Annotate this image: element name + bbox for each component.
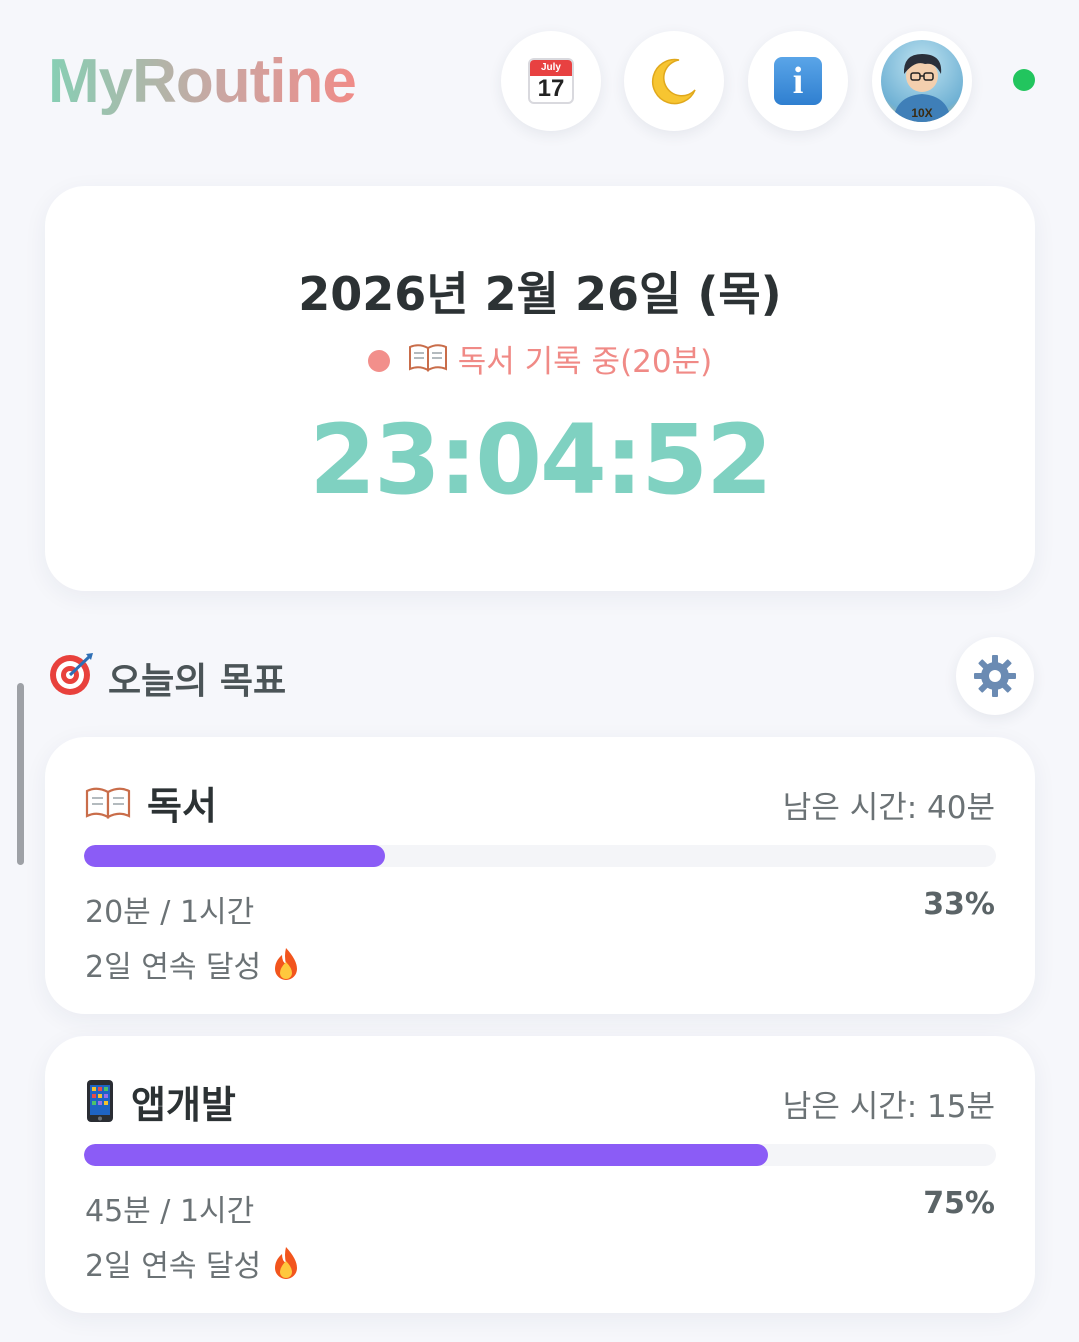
fire-icon <box>271 946 301 982</box>
calendar-icon: July 17 <box>528 58 574 104</box>
book-icon <box>408 342 448 380</box>
remaining-time: 남은 시간: 15분 <box>782 1089 995 1125</box>
goal-name: 독서 <box>147 783 217 828</box>
target-icon <box>48 651 94 706</box>
progress-bar <box>84 845 996 867</box>
recording-label: 독서 기록 중(20분) <box>457 344 713 380</box>
progress-percent: 33% <box>923 887 995 922</box>
section-title-text: 오늘의 목표 <box>108 661 287 702</box>
streak-text: 2일 연속 달성 <box>85 942 301 986</box>
remaining-time: 남은 시간: 40분 <box>782 790 995 826</box>
app-logo[interactable]: MyRoutine <box>48 46 357 117</box>
progress-fill <box>84 1144 768 1166</box>
recording-dot-icon <box>367 349 390 372</box>
goal-title: 앱개발 <box>85 1078 236 1127</box>
streak-text: 2일 연속 달성 <box>85 1241 301 1285</box>
goal-name: 앱개발 <box>131 1082 236 1127</box>
progress-text: 20분 / 1시간 <box>85 895 255 930</box>
progress-text: 45분 / 1시간 <box>85 1194 255 1229</box>
scrollbar[interactable] <box>17 683 24 865</box>
goal-title: 독서 <box>85 779 217 828</box>
gear-icon <box>974 655 1016 697</box>
clock-card: 2026년 2월 26일 (목) 독서 기록 중(20분) 23:04:52 <box>45 186 1035 591</box>
goal-card[interactable]: 앱개발 남은 시간: 15분 45분 / 1시간 75% 2일 연속 달성 <box>45 1036 1035 1313</box>
avatar: 10X <box>881 40 963 122</box>
theme-toggle-button[interactable] <box>624 31 724 131</box>
progress-fill <box>84 845 385 867</box>
recording-status: 독서 기록 중(20분) <box>45 336 1035 383</box>
app-screen: MyRoutine July 17 i 10X 2026년 2월 26일 (목)… <box>0 0 1079 1342</box>
book-icon <box>85 785 131 819</box>
goals-settings-button[interactable] <box>956 637 1034 715</box>
progress-percent: 75% <box>923 1186 995 1221</box>
header: MyRoutine July 17 i 10X <box>0 0 1079 160</box>
online-status-dot <box>1013 69 1035 91</box>
calendar-button[interactable]: July 17 <box>501 31 601 131</box>
goal-card[interactable]: 독서 남은 시간: 40분 20분 / 1시간 33% 2일 연속 달성 <box>45 737 1035 1014</box>
current-date: 2026년 2월 26일 (목) <box>298 267 782 321</box>
clock-time: 23:04:52 <box>309 404 773 516</box>
crescent-moon-icon <box>649 56 699 106</box>
info-button[interactable]: i <box>748 31 848 131</box>
info-icon: i <box>774 57 822 105</box>
progress-bar <box>84 1144 996 1166</box>
profile-button[interactable]: 10X <box>872 31 972 131</box>
fire-icon <box>271 1245 301 1281</box>
section-title: 오늘의 목표 <box>48 652 286 704</box>
phone-icon <box>85 1079 115 1123</box>
